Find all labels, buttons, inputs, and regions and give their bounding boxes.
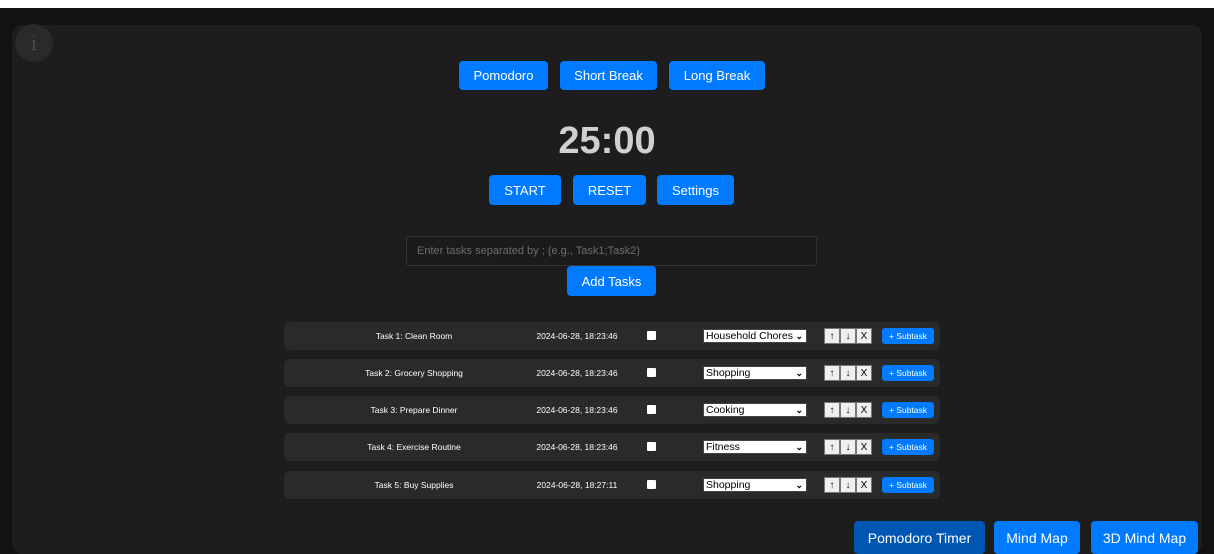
task-category-value: Fitness — [706, 441, 740, 453]
task-name: Task 5: Buy Supplies — [374, 480, 454, 490]
delete-task-button[interactable]: X — [856, 402, 872, 418]
task-timestamp: 2024-06-28, 18:23:46 — [536, 442, 618, 452]
timer-display: 25:00 — [558, 120, 656, 162]
task-timestamp: 2024-06-28, 18:23:46 — [536, 368, 618, 378]
task-name: Task 1: Clean Room — [375, 331, 453, 341]
task-category-value: Cooking — [706, 404, 745, 416]
task-category-select[interactable]: Cooking ⌄ — [703, 403, 807, 417]
task-name: Task 3: Prepare Dinner — [370, 405, 458, 415]
task-row: Task 2: Grocery Shopping 2024-06-28, 18:… — [284, 359, 940, 387]
chevron-down-icon: ⌄ — [795, 442, 803, 452]
move-up-button[interactable]: ↑ — [824, 402, 840, 418]
move-down-button[interactable]: ↓ — [840, 365, 856, 381]
delete-task-button[interactable]: X — [856, 439, 872, 455]
add-subtask-button[interactable]: + Subtask — [882, 365, 934, 381]
chevron-down-icon: ⌄ — [795, 331, 803, 341]
chevron-down-icon: ⌄ — [795, 480, 803, 490]
task-category-select[interactable]: Shopping ⌄ — [703, 366, 807, 380]
chevron-down-icon: ⌄ — [795, 405, 803, 415]
move-down-button[interactable]: ↓ — [840, 402, 856, 418]
delete-task-button[interactable]: X — [856, 328, 872, 344]
task-category-value: Shopping — [706, 479, 751, 491]
task-timestamp: 2024-06-28, 18:23:46 — [536, 405, 618, 415]
task-category-select[interactable]: Household Chores ⌄ — [703, 329, 807, 343]
task-checkbox[interactable] — [647, 368, 656, 377]
task-category-value: Shopping — [706, 367, 751, 379]
app-background: i Pomodoro Short Break Long Break 25:00 … — [0, 8, 1214, 554]
task-checkbox[interactable] — [647, 331, 656, 340]
move-up-button[interactable]: ↑ — [824, 439, 840, 455]
add-subtask-button[interactable]: + Subtask — [882, 477, 934, 493]
delete-task-button[interactable]: X — [856, 365, 872, 381]
settings-button[interactable]: Settings — [657, 175, 734, 205]
task-input[interactable] — [406, 236, 817, 266]
task-timestamp: 2024-06-28, 18:23:46 — [536, 331, 618, 341]
add-tasks-button[interactable]: Add Tasks — [567, 266, 656, 296]
task-checkbox[interactable] — [647, 405, 656, 414]
move-down-button[interactable]: ↓ — [840, 477, 856, 493]
start-button[interactable]: START — [489, 175, 561, 205]
mind-map-nav-button[interactable]: Mind Map — [994, 521, 1080, 554]
task-category-select[interactable]: Fitness ⌄ — [703, 440, 807, 454]
move-up-button[interactable]: ↑ — [824, 328, 840, 344]
task-category-value: Household Chores — [706, 330, 793, 342]
pomodoro-timer-nav-button[interactable]: Pomodoro Timer — [854, 521, 985, 554]
task-row: Task 3: Prepare Dinner 2024-06-28, 18:23… — [284, 396, 940, 424]
move-down-button[interactable]: ↓ — [840, 439, 856, 455]
task-row: Task 5: Buy Supplies 2024-06-28, 18:27:1… — [284, 471, 940, 499]
add-subtask-button[interactable]: + Subtask — [882, 328, 934, 344]
task-name: Task 2: Grocery Shopping — [365, 368, 463, 378]
task-checkbox[interactable] — [647, 480, 656, 489]
add-subtask-button[interactable]: + Subtask — [882, 439, 934, 455]
pomodoro-mode-button[interactable]: Pomodoro — [459, 61, 548, 90]
task-category-select[interactable]: Shopping ⌄ — [703, 478, 807, 492]
task-row: Task 1: Clean Room 2024-06-28, 18:23:46 … — [284, 322, 940, 350]
short-break-button[interactable]: Short Break — [560, 61, 657, 90]
move-up-button[interactable]: ↑ — [824, 477, 840, 493]
reset-button[interactable]: RESET — [573, 175, 646, 205]
add-subtask-button[interactable]: + Subtask — [882, 402, 934, 418]
long-break-button[interactable]: Long Break — [669, 61, 765, 90]
task-timestamp: 2024-06-28, 18:27:11 — [536, 480, 618, 490]
move-down-button[interactable]: ↓ — [840, 328, 856, 344]
info-icon[interactable]: i — [15, 24, 53, 62]
task-name: Task 4: Exercise Routine — [367, 442, 461, 452]
mind-map-3d-nav-button[interactable]: 3D Mind Map — [1091, 521, 1198, 554]
task-checkbox[interactable] — [647, 442, 656, 451]
chevron-down-icon: ⌄ — [795, 368, 803, 378]
task-row: Task 4: Exercise Routine 2024-06-28, 18:… — [284, 433, 940, 461]
move-up-button[interactable]: ↑ — [824, 365, 840, 381]
delete-task-button[interactable]: X — [856, 477, 872, 493]
